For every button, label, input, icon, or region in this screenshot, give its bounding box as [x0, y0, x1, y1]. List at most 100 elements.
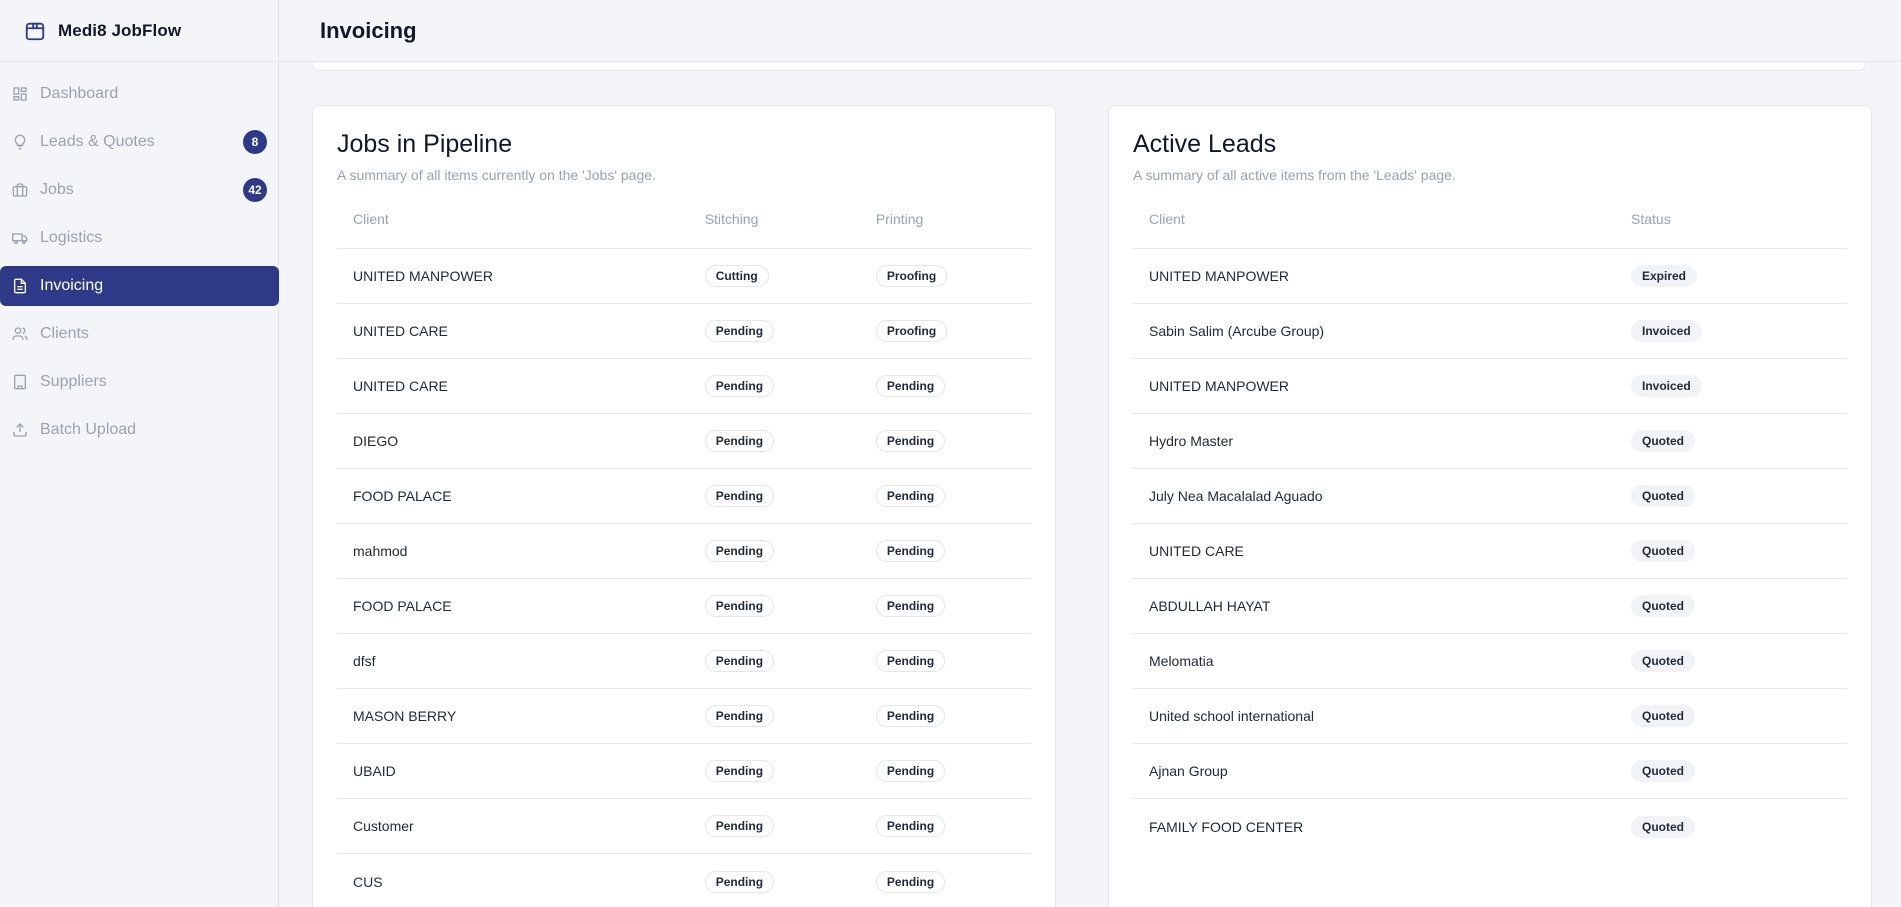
stitching-status-badge: Pending	[704, 430, 775, 452]
client-cell: UNITED CARE	[353, 323, 448, 339]
status-badge: Quoted	[1631, 540, 1695, 562]
table-row[interactable]: FOOD PALACE Pending Pending	[337, 469, 1031, 524]
printing-status-badge: Proofing	[875, 320, 948, 342]
stitching-status-badge: Pending	[704, 320, 775, 342]
table-row[interactable]: July Nea Macalalad Aguado Quoted	[1133, 469, 1847, 524]
printing-cell: Pending	[860, 375, 1031, 397]
status-cell: Quoted	[1615, 760, 1845, 782]
client-cell: FAMILY FOOD CENTER	[1149, 818, 1304, 835]
card-title: Jobs in Pipeline	[337, 130, 513, 158]
table-row[interactable]: mahmod Pending Pending	[337, 524, 1031, 579]
stitching-status-badge: Pending	[704, 650, 775, 672]
sidebar-item-clients[interactable]: Clients	[0, 314, 279, 354]
table-row[interactable]: UNITED CARE Pending Pending	[337, 359, 1031, 414]
printing-status-badge: Pending	[875, 540, 946, 562]
status-cell: Quoted	[1615, 815, 1845, 838]
sidebar-item-label: Dashboard	[40, 85, 119, 102]
table-row[interactable]: Sabin Salim (Arcube Group) Invoiced	[1133, 304, 1847, 359]
stitching-cell: Pending	[689, 705, 860, 727]
table-row[interactable]: UNITED CARE Quoted	[1133, 524, 1847, 579]
card-subtitle: A summary of all active items from the '…	[1133, 167, 1456, 183]
users-icon	[12, 326, 28, 342]
stitching-status-badge: Pending	[704, 375, 775, 397]
table-row[interactable]: United school international Quoted	[1133, 689, 1847, 744]
client-cell: FOOD PALACE	[353, 598, 452, 614]
table-row[interactable]: FAMILY FOOD CENTER Quoted	[1133, 799, 1847, 854]
table-row[interactable]: UBAID Pending Pending	[337, 744, 1031, 799]
client-cell: Hydro Master	[1149, 433, 1234, 449]
stitching-cell: Pending	[689, 595, 860, 617]
status-cell: Invoiced	[1615, 320, 1845, 342]
table-row[interactable]: MASON BERRY Pending Pending	[337, 689, 1031, 744]
sidebar-item-label: Suppliers	[40, 373, 107, 390]
table-row[interactable]: Hydro Master Quoted	[1133, 414, 1847, 469]
printing-cell: Pending	[860, 485, 1031, 507]
client-cell: DIEGO	[353, 433, 399, 449]
status-badge: Invoiced	[1631, 375, 1702, 397]
client-cell: UNITED MANPOWER	[1149, 378, 1289, 394]
client-cell: ABDULLAH HAYAT	[1149, 598, 1271, 614]
stitching-status-badge: Pending	[704, 815, 775, 837]
stitching-cell: Pending	[689, 815, 860, 837]
table-header: Client Status	[1133, 211, 1847, 249]
column-header-status: Status	[1631, 211, 1671, 227]
truck-icon	[12, 230, 28, 246]
client-cell: UNITED CARE	[1149, 543, 1244, 559]
sidebar-item-invoicing[interactable]: Invoicing	[0, 266, 279, 306]
table-row[interactable]: Melomatia Quoted	[1133, 634, 1847, 689]
status-cell: Quoted	[1615, 485, 1845, 507]
table-row[interactable]: Customer Pending Pending	[337, 799, 1031, 854]
table-row[interactable]: DIEGO Pending Pending	[337, 414, 1031, 469]
package-icon	[24, 20, 46, 42]
sidebar-item-batch-upload[interactable]: Batch Upload	[0, 410, 279, 450]
status-badge: Quoted	[1631, 650, 1695, 672]
status-cell: Quoted	[1615, 705, 1845, 727]
stitching-status-badge: Cutting	[704, 265, 769, 287]
status-cell: Quoted	[1615, 650, 1845, 672]
stitching-cell: Pending	[689, 485, 860, 507]
sidebar: Medi8 JobFlow Dashboard Leads & Quotes 8…	[0, 0, 279, 907]
jobs-pipeline-card: Jobs in Pipeline A summary of all items …	[312, 105, 1056, 907]
stitching-status-badge: Pending	[704, 705, 775, 727]
sidebar-item-label: Logistics	[40, 229, 103, 246]
client-cell: Customer	[353, 818, 414, 834]
column-header-printing: Printing	[875, 211, 924, 227]
sidebar-item-dashboard[interactable]: Dashboard	[0, 74, 279, 114]
brand[interactable]: Medi8 JobFlow	[0, 0, 278, 62]
table-body: UNITED MANPOWER Cutting Proofing UNITED CAR…	[337, 249, 1031, 907]
printing-status-badge: Proofing	[875, 265, 948, 287]
building-icon	[12, 374, 28, 390]
client-cell: MASON BERRY	[353, 708, 457, 724]
column-header-client: Client	[1149, 211, 1185, 227]
printing-cell: Pending	[860, 760, 1031, 782]
table-row[interactable]: UNITED MANPOWER Expired	[1133, 249, 1847, 304]
printing-status-badge: Pending	[875, 595, 946, 617]
stitching-cell: Cutting	[689, 265, 860, 287]
card-subtitle: A summary of all items currently on the …	[337, 167, 656, 183]
table-row[interactable]: Ajnan Group Quoted	[1133, 744, 1847, 799]
status-badge: Expired	[1631, 265, 1698, 287]
client-cell: dfsf	[353, 653, 376, 669]
column-header-client: Client	[353, 211, 389, 227]
table-row[interactable]: dfsf Pending Pending	[337, 634, 1031, 689]
printing-status-badge: Pending	[875, 705, 946, 727]
sidebar-item-leads-quotes[interactable]: Leads & Quotes 8	[0, 122, 279, 162]
sidebar-item-suppliers[interactable]: Suppliers	[0, 362, 279, 402]
stitching-cell: Pending	[689, 650, 860, 672]
active-leads-card: Active Leads A summary of all active ite…	[1108, 105, 1872, 907]
sidebar-item-label: Jobs	[40, 181, 74, 198]
sidebar-item-logistics[interactable]: Logistics	[0, 218, 279, 258]
client-cell: UNITED CARE	[353, 378, 448, 394]
client-cell: July Nea Macalalad Aguado	[1149, 488, 1323, 504]
status-badge: Invoiced	[1631, 320, 1702, 342]
table-row[interactable]: UNITED MANPOWER Invoiced	[1133, 359, 1847, 414]
status-badge: Quoted	[1631, 815, 1695, 838]
summary-card	[312, 63, 1866, 71]
table-row[interactable]: UNITED MANPOWER Cutting Proofing	[337, 249, 1031, 304]
table-row[interactable]: FOOD PALACE Pending Pending	[337, 579, 1031, 634]
table-row[interactable]: CUS Pending Pending	[337, 854, 1031, 907]
sidebar-item-jobs[interactable]: Jobs 42	[0, 170, 279, 210]
table-row[interactable]: UNITED CARE Pending Proofing	[337, 304, 1031, 359]
table-row[interactable]: ABDULLAH HAYAT Quoted	[1133, 579, 1847, 634]
status-badge: Quoted	[1631, 595, 1695, 617]
